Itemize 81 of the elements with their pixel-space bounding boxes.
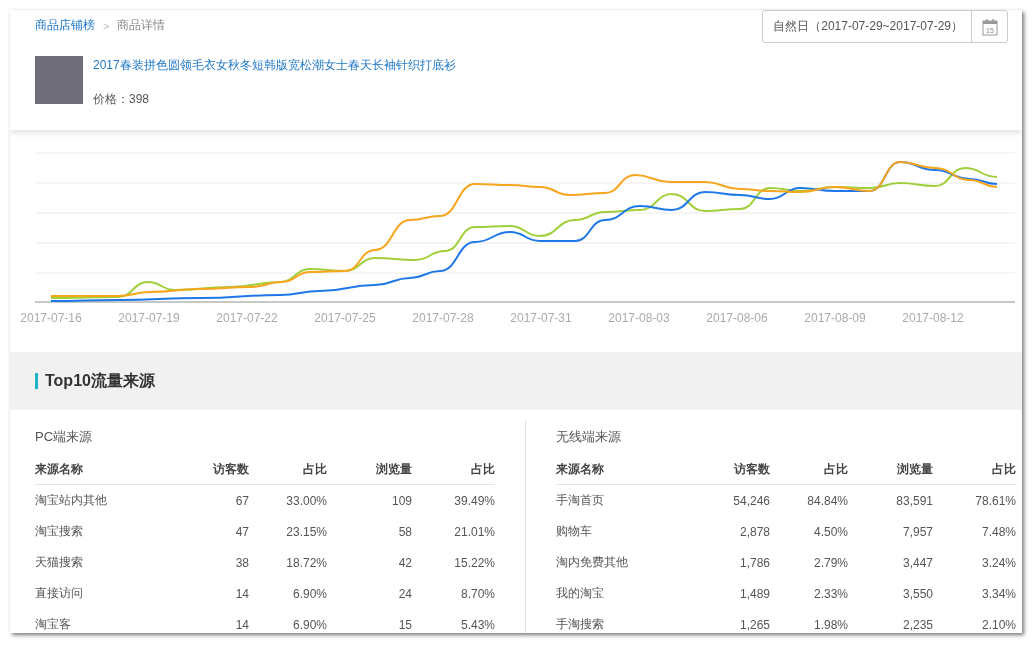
table-cell: 33.00% bbox=[249, 484, 327, 516]
table-cell: 7.48% bbox=[933, 516, 1016, 547]
table-cell-text: 淘宝搜索 bbox=[35, 523, 84, 540]
axis-label: 2017-08-12 bbox=[902, 311, 964, 325]
column-header: 来源名称 bbox=[35, 461, 165, 485]
table-cell: 15.22% bbox=[412, 547, 495, 578]
table-cell: 8.70% bbox=[412, 578, 495, 609]
table-cell: 2,235 bbox=[848, 609, 933, 633]
table-cell-text: 天猫搜索 bbox=[35, 554, 84, 571]
table-cell: 21.01% bbox=[412, 516, 495, 547]
table-cell: 24 bbox=[327, 578, 412, 609]
column-header: 浏览量 bbox=[848, 461, 933, 485]
table-cell: 84.84% bbox=[770, 484, 848, 516]
column-header: 访客数 bbox=[165, 461, 249, 485]
table-cell: 手淘首页 bbox=[556, 484, 686, 516]
table-cell: 2.10% bbox=[933, 609, 1016, 633]
column-header: 占比 bbox=[412, 461, 495, 485]
axis-label: 2017-07-16 bbox=[20, 311, 82, 325]
column-header: 来源名称 bbox=[556, 461, 686, 485]
axis-label: 2017-08-06 bbox=[706, 311, 768, 325]
axis-label: 2017-07-19 bbox=[118, 311, 180, 325]
axis-label: 2017-08-09 bbox=[804, 311, 866, 325]
table-cell-text: 手淘搜索 bbox=[556, 616, 605, 633]
date-range-label: 自然日（2017-07-29~2017-07-29） bbox=[763, 11, 972, 42]
table-cell: 54,246 bbox=[686, 484, 770, 516]
table-cell: 6.90% bbox=[249, 609, 327, 633]
table-cell: 3,550 bbox=[848, 578, 933, 609]
axis-label: 2017-07-31 bbox=[510, 311, 572, 325]
accent-bar bbox=[35, 373, 38, 389]
table-cell: 7,957 bbox=[848, 516, 933, 547]
breadcrumb-current: 商品详情 bbox=[117, 17, 166, 34]
table-cell: 58 bbox=[327, 516, 412, 547]
table-cell-text: 1,265 bbox=[738, 616, 770, 633]
table-cell-text: 淘内免费其他 bbox=[556, 554, 629, 571]
table-cell-text: 14 bbox=[234, 616, 249, 633]
table-cell-text: 1,786 bbox=[738, 554, 770, 572]
axis-label: 2017-07-22 bbox=[216, 311, 278, 325]
column-header: 占比 bbox=[933, 461, 1016, 485]
axis-label: 2017-07-25 bbox=[314, 311, 376, 325]
table-cell: 5.43% bbox=[412, 609, 495, 633]
table-cell-text: 购物车 bbox=[556, 523, 593, 540]
table-cell-text: 38 bbox=[234, 554, 249, 572]
table-cell: 2.33% bbox=[770, 578, 848, 609]
table-cell: 78.61% bbox=[933, 484, 1016, 516]
table-cell-text: 14 bbox=[234, 585, 249, 603]
table-cell: 83,591 bbox=[848, 484, 933, 516]
column-header: 占比 bbox=[249, 461, 327, 485]
table-cell-text: 2,878 bbox=[738, 523, 770, 541]
table-cell: 6.90% bbox=[249, 578, 327, 609]
table-cell-text: 47 bbox=[234, 523, 249, 541]
table-cell: 67 bbox=[165, 484, 249, 516]
table-cell: 淘宝站内其他 bbox=[35, 484, 165, 516]
table-cell: 3.34% bbox=[933, 578, 1016, 609]
breadcrumb-separator: > bbox=[103, 19, 110, 32]
table-cell: 42 bbox=[327, 547, 412, 578]
table-cell-text: 淘宝客 bbox=[35, 616, 72, 633]
table-cell: 2.79% bbox=[770, 547, 848, 578]
table-cell: 15 bbox=[327, 609, 412, 633]
table-cell: 1.98% bbox=[770, 609, 848, 633]
table-cell: 23.15% bbox=[249, 516, 327, 547]
column-header: 占比 bbox=[770, 461, 848, 485]
breadcrumb-link[interactable]: 商品店铺榜 bbox=[35, 17, 95, 34]
axis-label: 2017-08-03 bbox=[608, 311, 670, 325]
table-title: 无线端来源 bbox=[556, 428, 622, 446]
table-title: PC端来源 bbox=[35, 428, 94, 446]
table-cell: 3.24% bbox=[933, 547, 1016, 578]
product-price: 价格：398 bbox=[93, 91, 150, 108]
table-cell-text: 我的淘宝 bbox=[556, 585, 605, 602]
column-header: 浏览量 bbox=[327, 461, 412, 485]
table-cell-text: 直接访问 bbox=[35, 585, 84, 602]
table-cell-text: 1,489 bbox=[738, 585, 770, 603]
section-title: Top10流量来源 bbox=[45, 370, 155, 391]
table-cell: 3,447 bbox=[848, 547, 933, 578]
axis-label: 2017-07-28 bbox=[412, 311, 474, 325]
table-cell: 109 bbox=[327, 484, 412, 516]
table-cell: 4.50% bbox=[770, 516, 848, 547]
table-cell: 39.49% bbox=[412, 484, 495, 516]
table-cell: 18.72% bbox=[249, 547, 327, 578]
product-title-link[interactable]: 2017春装拼色圆领毛衣女秋冬短韩版宽松潮女士春天长袖针织打底衫 bbox=[93, 57, 456, 73]
column-header: 访客数 bbox=[686, 461, 770, 485]
photo-placeholder bbox=[35, 56, 83, 104]
